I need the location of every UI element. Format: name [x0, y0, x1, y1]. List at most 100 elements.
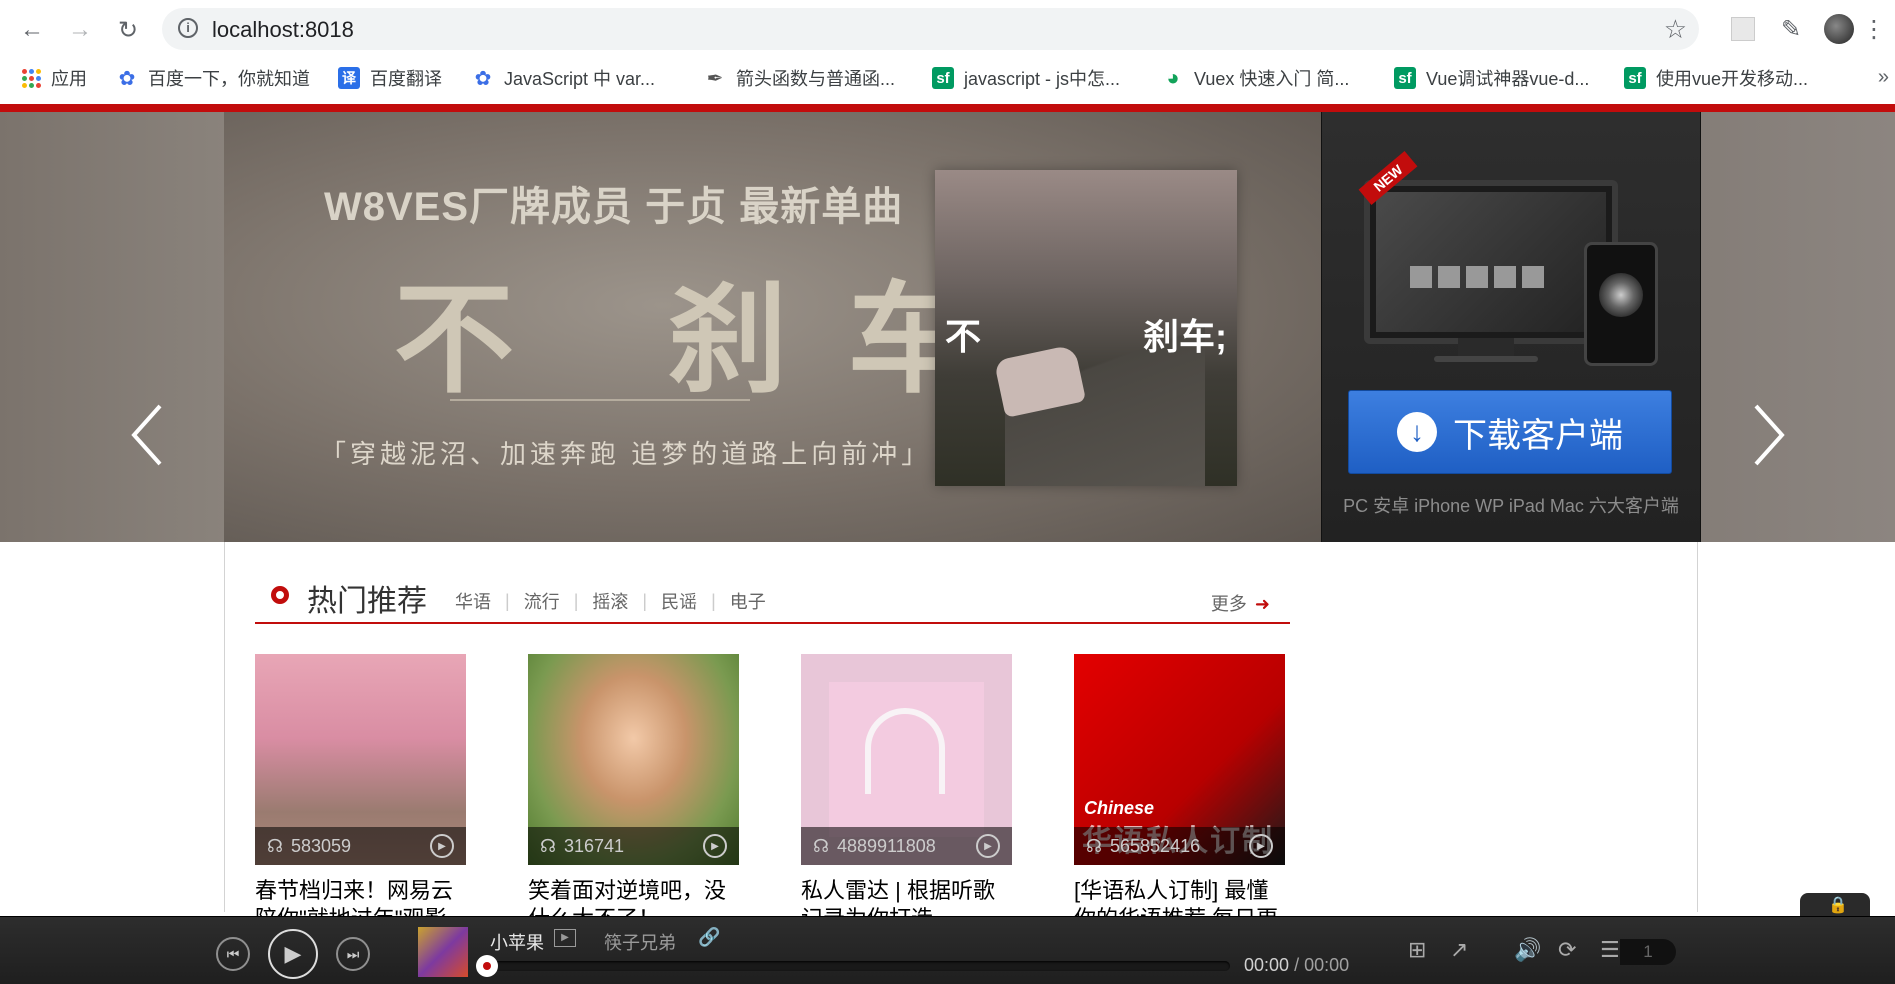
banner-divider — [450, 399, 750, 401]
arrow-right-icon: ➜ — [1254, 594, 1270, 614]
tab-dianzi[interactable]: 电子 — [730, 588, 766, 614]
headphones-icon: ☊ — [1086, 835, 1102, 856]
play-icon[interactable]: ▶ — [1249, 834, 1273, 858]
playlist-card: ☊ 316741 ▶ 笑着面对逆境吧，没什么大不了！ — [528, 654, 739, 933]
play-icon[interactable]: ▶ — [703, 834, 727, 858]
bookmark-label: 箭头函数与普通函... — [736, 69, 896, 89]
bookmark-star-icon[interactable]: ☆ — [1664, 14, 1687, 45]
playlist-stats: ☊ 565852416 ▶ — [1074, 827, 1285, 865]
carousel-next-icon[interactable] — [1748, 400, 1788, 470]
bookmarks-overflow-icon[interactable]: » — [1878, 66, 1889, 89]
banner-image[interactable]: W8VES厂牌成员 于贞 最新单曲 不 刹车 「穿越泥沼、加速奔跑 追梦的道路上… — [224, 112, 1321, 542]
site-info-icon[interactable]: i — [178, 18, 198, 38]
bookmark-js-var[interactable]: ✿ JavaScript 中 var... — [472, 64, 655, 92]
playlist-cover[interactable]: ☊ 316741 ▶ — [528, 654, 739, 865]
tab-yaogun[interactable]: 摇滚 — [592, 588, 628, 614]
playlist-cover[interactable]: ☊ 583059 ▶ — [255, 654, 466, 865]
carousel-prev-icon[interactable] — [128, 400, 168, 470]
play-icon[interactable]: ▶ — [976, 834, 1000, 858]
bookmark-label: Vuex 快速入门 简... — [1194, 69, 1350, 89]
song-title[interactable]: 小苹果 — [490, 929, 544, 955]
playlist-icon[interactable]: ☰ — [1600, 937, 1620, 963]
headphones-icon: ☊ — [267, 835, 283, 856]
profile-avatar[interactable] — [1822, 12, 1856, 46]
segmentfault-icon: sf — [1394, 67, 1416, 89]
bookmark-vue-devtools[interactable]: sf Vue调试神器vue-d... — [1394, 64, 1589, 92]
tab-minyao[interactable]: 民谣 — [661, 588, 697, 614]
play-count: 565852416 — [1110, 835, 1201, 856]
bookmark-vuex[interactable]: ◕ Vuex 快速入门 简... — [1162, 64, 1349, 92]
next-track-icon[interactable]: ⏭ — [336, 937, 370, 971]
play-count: 316741 — [564, 835, 625, 856]
download-arrow-icon: ↓ — [1397, 412, 1437, 452]
segmentfault-icon: sf — [932, 67, 954, 89]
progress-track[interactable] — [484, 961, 1230, 971]
bookmark-label: javascript - js中怎... — [964, 69, 1121, 89]
bookmark-vue-mobile[interactable]: sf 使用vue开发移动... — [1624, 64, 1808, 92]
link-icon[interactable]: 🔗 — [698, 927, 720, 948]
playlist-card: ☊ 583059 ▶ 春节档归来！网易云陪你"就地过年"观影中 — [255, 654, 466, 933]
playlist-stats: ☊ 583059 ▶ — [255, 827, 466, 865]
mobile-client-image — [1584, 242, 1658, 366]
desktop-client-image — [1364, 180, 1618, 344]
download-client-button[interactable]: ↓ 下载客户端 — [1348, 390, 1672, 474]
time-display: 00:00 / 00:00 — [1244, 955, 1350, 975]
previous-track-icon[interactable]: ⏮ — [216, 937, 250, 971]
playlist-card: ☊ 4889911808 ▶ 私人雷达 | 根据听歌记录为你打造 — [801, 654, 1012, 933]
download-panel: NEW ↓ 下载客户端 PC 安卓 iPhone WP iPad Mac 六大客… — [1321, 112, 1701, 542]
segmentfault-icon: sf — [1624, 67, 1646, 89]
play-pause-icon[interactable]: ▶ — [268, 929, 318, 979]
forward-icon[interactable]: → — [62, 12, 98, 48]
add-to-playlist-icon[interactable]: ⊞ — [1408, 937, 1426, 963]
bookmark-label: 应用 — [51, 69, 87, 89]
tab-huayu[interactable]: 华语 — [455, 588, 491, 614]
reload-icon[interactable]: ↻ — [110, 12, 146, 48]
tab-liuxing[interactable]: 流行 — [524, 588, 560, 614]
main-content: 热门推荐 华语 | 流行 | 摇滚 | 民谣 | 电子 更多 ➜ ☊ 583059… — [224, 542, 1698, 931]
more-link[interactable]: 更多 ➜ — [1211, 590, 1270, 616]
genre-tabs: 华语 | 流行 | 摇滚 | 民谣 | 电子 — [455, 588, 766, 614]
playlist-stats: ☊ 4889911808 ▶ — [801, 827, 1012, 865]
playlist-grid: ☊ 583059 ▶ 春节档归来！网易云陪你"就地过年"观影中 ☊ 316741… — [255, 654, 1285, 933]
bookmark-label: JavaScript 中 var... — [504, 69, 656, 89]
playlist-count[interactable]: 1 — [1620, 939, 1676, 965]
play-count: 4889911808 — [837, 835, 936, 856]
playlist-card: Chinese 华语私人订制 ☊ 565852416 ▶ [华语私人订制] 最懂… — [1074, 654, 1285, 933]
bookmark-label: 百度一下，你就知道 — [148, 69, 310, 89]
banner-photo: 不 刹车; — [935, 170, 1237, 486]
apps-grid-icon — [22, 68, 41, 88]
bookmark-apps[interactable]: 应用 — [22, 64, 87, 92]
progress-knob[interactable] — [476, 955, 498, 977]
play-icon[interactable]: ▶ — [430, 834, 454, 858]
bookmark-label: 使用vue开发移动... — [1656, 69, 1809, 89]
back-icon[interactable]: ← — [14, 12, 50, 48]
bookmark-arrow-function[interactable]: ✒ 箭头函数与普通函... — [704, 64, 895, 92]
browser-menu-icon[interactable]: ⋮ — [1862, 12, 1886, 46]
player-lock-tab[interactable]: 🔒 — [1800, 893, 1870, 917]
bookmark-baidu-translate[interactable]: 译 百度翻译 — [338, 64, 442, 92]
baidu-translate-icon: 译 — [338, 67, 360, 89]
section-title[interactable]: 热门推荐 — [307, 576, 427, 620]
feather-icon: ✒ — [706, 67, 724, 90]
share-icon[interactable]: ↗ — [1450, 937, 1468, 963]
address-bar[interactable]: i localhost:8018 ☆ — [162, 8, 1699, 50]
green-c-icon: ◕ — [1166, 65, 1180, 90]
player-bar: ⏮ ▶ ⏭ 小苹果 ▶ 筷子兄弟 🔗 00:00 / 00:00 ⊞ ↗ 🔊 ⟳… — [0, 916, 1895, 984]
playlist-cover[interactable]: ☊ 4889911808 ▶ — [801, 654, 1012, 865]
bookmark-label: Vue调试神器vue-d... — [1426, 69, 1590, 89]
bookmark-label: 百度翻译 — [370, 69, 442, 89]
banner-title: 不 刹车 — [394, 273, 1028, 407]
extensions-puzzle-icon[interactable]: ✎ — [1774, 12, 1808, 46]
song-cover-thumbnail[interactable] — [418, 927, 468, 977]
bookmark-js-question[interactable]: sf javascript - js中怎... — [932, 64, 1120, 92]
circle-icon — [271, 586, 289, 604]
playlist-cover[interactable]: Chinese 华语私人订制 ☊ 565852416 ▶ — [1074, 654, 1285, 865]
bookmark-baidu[interactable]: ✿ 百度一下，你就知道 — [116, 64, 310, 92]
volume-icon[interactable]: 🔊 — [1514, 937, 1541, 963]
mv-icon[interactable]: ▶ — [554, 929, 576, 947]
loop-mode-icon[interactable]: ⟳ — [1558, 937, 1576, 963]
extension-icon[interactable] — [1726, 12, 1760, 46]
song-artist[interactable]: 筷子兄弟 — [604, 929, 676, 955]
browser-toolbar: ← → ↻ i localhost:8018 ☆ ✎ ⋮ — [0, 0, 1895, 58]
url-text[interactable]: localhost:8018 — [212, 17, 354, 43]
